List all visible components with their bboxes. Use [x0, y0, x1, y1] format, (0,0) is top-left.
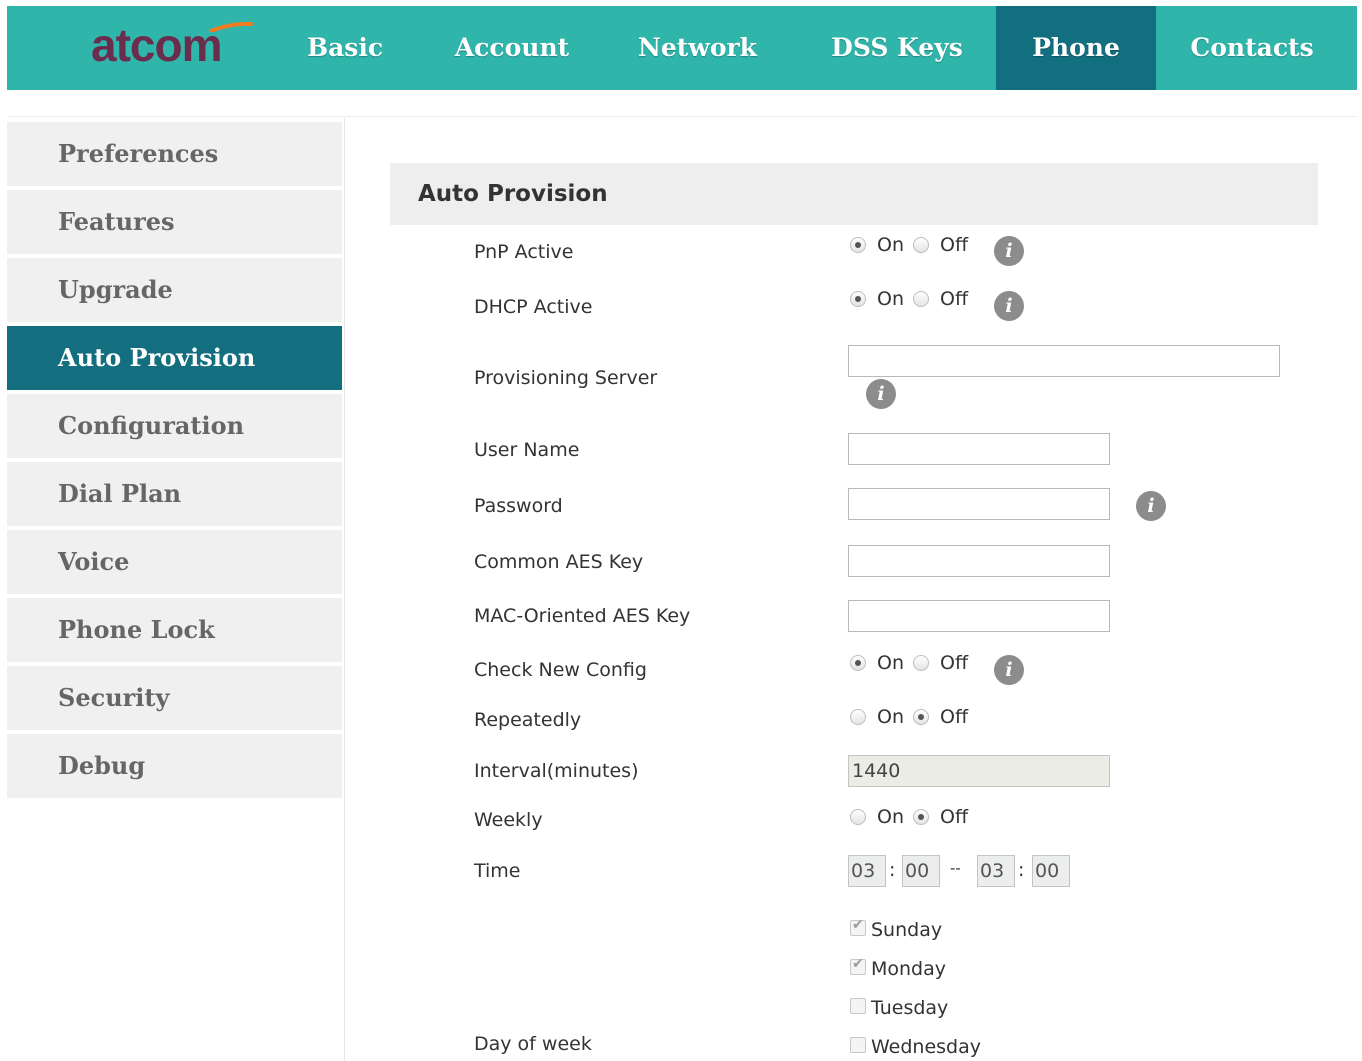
weekly-off-radio[interactable]: [913, 809, 929, 825]
sidebar-item-upgrade[interactable]: Upgrade: [7, 258, 342, 322]
day-sunday-label: Sunday: [871, 919, 943, 941]
nav-network[interactable]: Network: [615, 6, 780, 90]
password-label: Password: [474, 495, 563, 517]
dhcp-active-off-label: Off: [940, 288, 969, 310]
day-monday-checkbox[interactable]: [850, 956, 866, 975]
pnp-active-on-radio[interactable]: [850, 237, 866, 253]
repeatedly-off-label: Off: [940, 706, 969, 728]
time-range-dash: --: [950, 859, 961, 877]
repeatedly-label: Repeatedly: [474, 709, 582, 731]
atcom-logo[interactable]: atcom: [91, 14, 255, 76]
dhcp-active-info-icon[interactable]: i: [994, 291, 1024, 321]
sidebar-item-security[interactable]: Security: [7, 666, 342, 730]
time-start-hour-input[interactable]: 03: [848, 855, 886, 887]
check-new-config-on-label: On: [877, 652, 904, 674]
nav-account[interactable]: Account: [437, 6, 587, 90]
logo-swoosh-icon: [209, 22, 253, 32]
provisioning-server-label: Provisioning Server: [474, 367, 658, 389]
day-tuesday-checkbox[interactable]: [850, 998, 866, 1014]
day-tuesday-label: Tuesday: [871, 997, 949, 1019]
provisioning-server-info-icon[interactable]: i: [866, 379, 896, 409]
password-info-icon[interactable]: i: [1136, 491, 1166, 521]
weekly-on-radio[interactable]: [850, 809, 866, 825]
repeatedly-on-radio[interactable]: [850, 709, 866, 725]
dhcp-active-on-label: On: [877, 288, 904, 310]
check-new-config-label: Check New Config: [474, 659, 647, 681]
sidebar: Preferences Features Upgrade Auto Provis…: [7, 122, 342, 802]
time-end-colon: :: [1018, 859, 1025, 881]
top-nav-bar: atcom Basic Account Network DSS Keys Pho…: [7, 6, 1357, 90]
password-input[interactable]: [848, 488, 1110, 520]
weekly-off-label: Off: [940, 806, 969, 828]
common-aes-key-label: Common AES Key: [474, 551, 644, 573]
check-new-config-info-icon[interactable]: i: [994, 655, 1024, 685]
time-start-colon: :: [889, 859, 896, 881]
sidebar-item-preferences[interactable]: Preferences: [7, 122, 342, 186]
time-label: Time: [474, 860, 521, 882]
nav-basic[interactable]: Basic: [280, 6, 410, 90]
sidebar-item-voice[interactable]: Voice: [7, 530, 342, 594]
day-wednesday-checkbox[interactable]: [850, 1037, 866, 1053]
mac-aes-key-input[interactable]: [848, 600, 1110, 632]
interval-input[interactable]: [848, 755, 1110, 787]
time-end-minute-input[interactable]: 00: [1032, 855, 1070, 887]
sidebar-item-configuration[interactable]: Configuration: [7, 394, 342, 458]
weekly-on-label: On: [877, 806, 904, 828]
check-new-config-off-label: Off: [940, 652, 969, 674]
mac-aes-key-label: MAC-Oriented AES Key: [474, 605, 691, 627]
weekly-label: Weekly: [474, 809, 543, 831]
sidebar-item-auto-provision[interactable]: Auto Provision: [7, 326, 342, 390]
nav-contacts[interactable]: Contacts: [1167, 6, 1337, 90]
dhcp-active-on-radio[interactable]: [850, 291, 866, 307]
dhcp-active-label: DHCP Active: [474, 296, 593, 318]
pnp-active-off-radio[interactable]: [913, 237, 929, 253]
provisioning-server-input[interactable]: [848, 345, 1280, 377]
user-name-label: User Name: [474, 439, 580, 461]
dhcp-active-off-radio[interactable]: [913, 291, 929, 307]
repeatedly-off-radio[interactable]: [913, 709, 929, 725]
logo-text: atcom: [91, 19, 222, 71]
section-title: Auto Provision: [418, 181, 608, 207]
day-sunday-checkbox[interactable]: [850, 917, 866, 936]
time-start-minute-input[interactable]: 00: [902, 855, 940, 887]
pnp-active-info-icon[interactable]: i: [994, 236, 1024, 266]
nav-dss-keys[interactable]: DSS Keys: [812, 6, 982, 90]
nav-phone[interactable]: Phone: [996, 6, 1156, 90]
sidebar-item-debug[interactable]: Debug: [7, 734, 342, 798]
day-monday-label: Monday: [871, 958, 947, 980]
check-new-config-on-radio[interactable]: [850, 655, 866, 671]
time-end-hour-input[interactable]: 03: [977, 855, 1015, 887]
pnp-active-off-label: Off: [940, 234, 969, 256]
repeatedly-on-label: On: [877, 706, 904, 728]
check-new-config-off-radio[interactable]: [913, 655, 929, 671]
day-wednesday-label: Wednesday: [871, 1036, 982, 1058]
sidebar-item-phone-lock[interactable]: Phone Lock: [7, 598, 342, 662]
common-aes-key-input[interactable]: [848, 545, 1110, 577]
user-name-input[interactable]: [848, 433, 1110, 465]
interval-label: Interval(minutes): [474, 760, 639, 782]
header-divider: [7, 116, 1357, 117]
sidebar-item-features[interactable]: Features: [7, 190, 342, 254]
sidebar-item-dial-plan[interactable]: Dial Plan: [7, 462, 342, 526]
pnp-active-label: PnP Active: [474, 241, 574, 263]
day-of-week-label: Day of week: [474, 1033, 592, 1055]
section-header: Auto Provision: [390, 163, 1318, 225]
sidebar-divider: [344, 118, 345, 1061]
pnp-active-on-label: On: [877, 234, 904, 256]
